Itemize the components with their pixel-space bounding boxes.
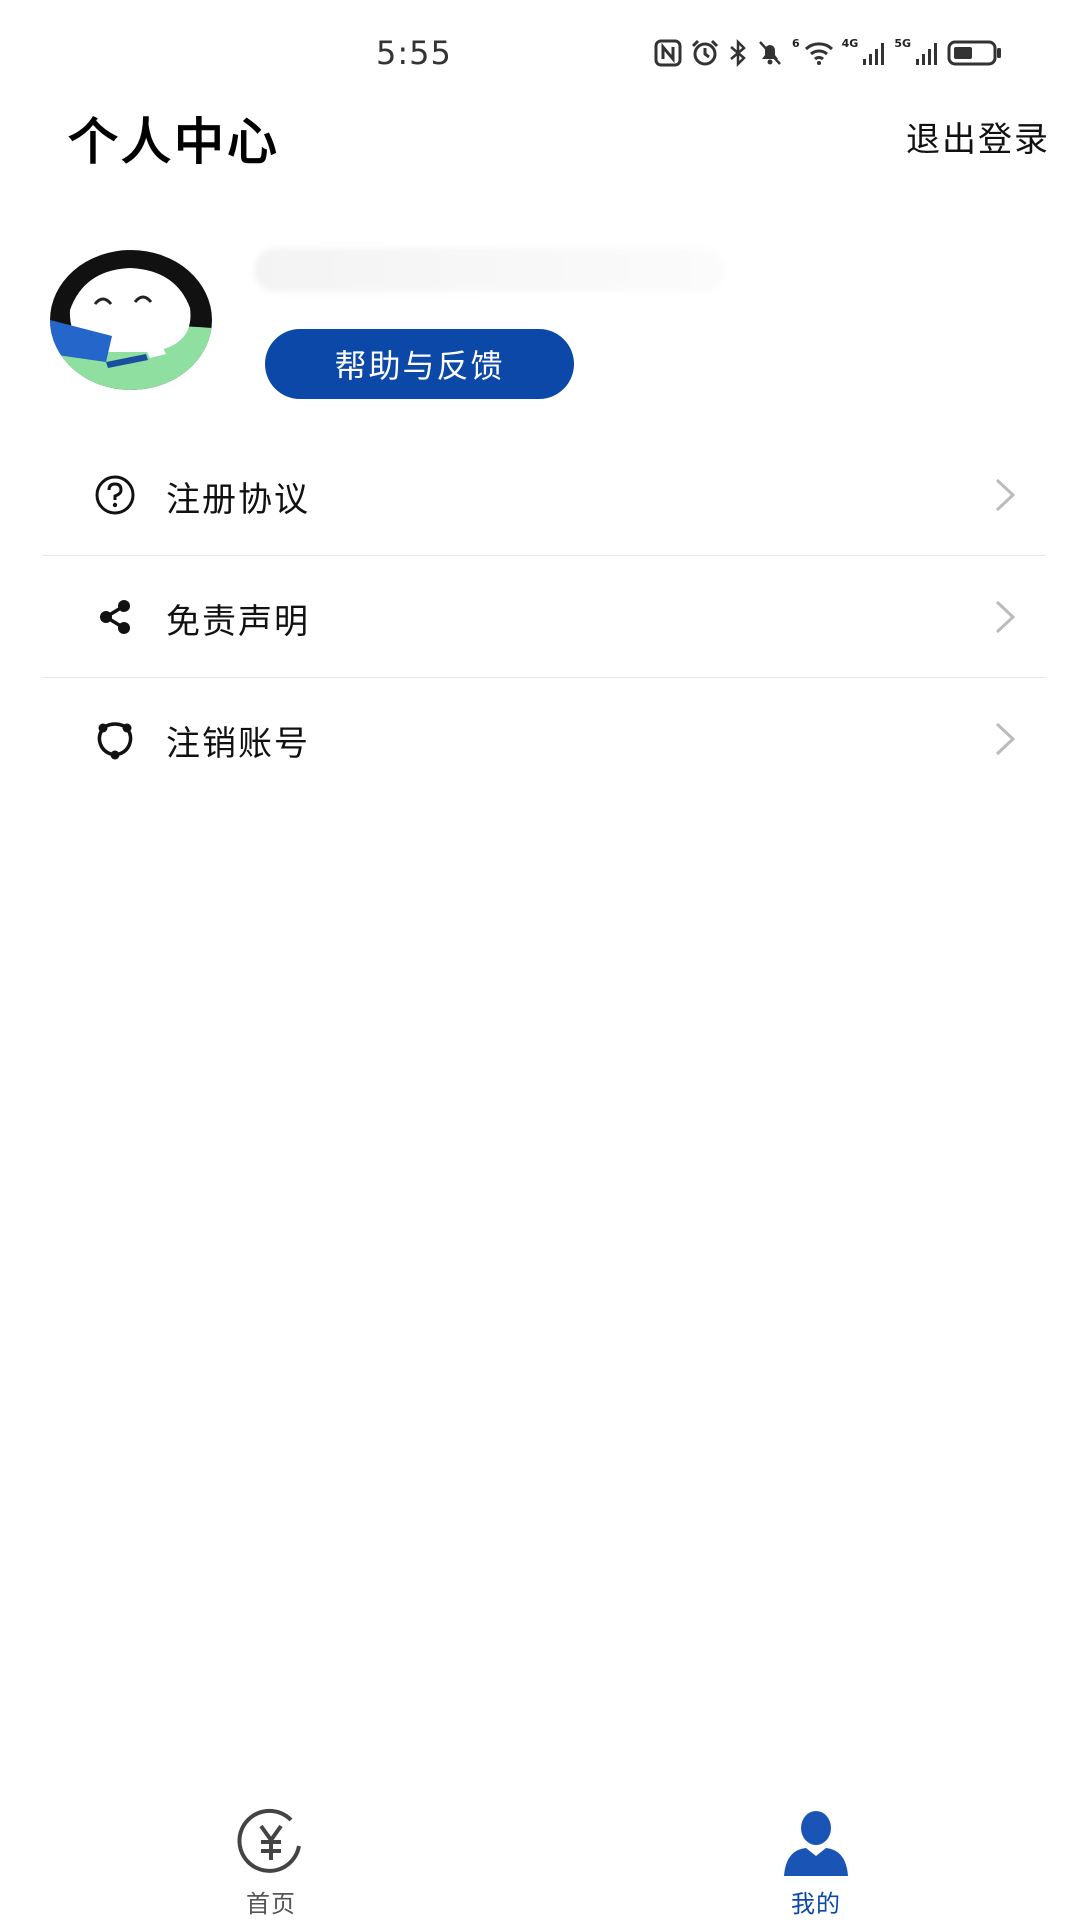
status-bar: 5:55 6 4G 5G (0, 0, 1080, 108)
bluetooth-icon (730, 38, 746, 68)
nav-item-mine[interactable]: 我的 (736, 1794, 896, 1920)
menu-item-label: 注册协议 (166, 480, 310, 520)
signal-icon (863, 43, 885, 65)
menu-item-label: 注销账号 (166, 724, 310, 764)
settings-menu: 注册协议 免责声明 注销账号 (42, 434, 1046, 799)
yen-circle-icon (237, 1808, 301, 1873)
wifi-label: 6 (792, 36, 800, 50)
network-label-4g: 4G (841, 36, 859, 50)
share-icon (100, 600, 130, 634)
battery-icon (947, 40, 1002, 66)
bottom-nav: 首页 我的 (0, 1794, 1080, 1920)
status-icons: 6 4G 5G (654, 36, 1003, 70)
menu-item-disclaimer[interactable]: 免责声明 (42, 556, 1046, 678)
chevron-right-icon (995, 478, 1016, 512)
nfc-icon (654, 39, 682, 67)
chevron-right-icon (995, 600, 1016, 634)
question-circle-icon (95, 475, 135, 515)
user-icon (784, 1811, 848, 1876)
help-feedback-button[interactable]: 帮助与反馈 (265, 329, 574, 399)
mute-icon (759, 41, 781, 65)
menu-item-label: 免责声明 (166, 602, 310, 642)
page-title: 个人中心 (68, 113, 280, 171)
nav-item-home[interactable]: 首页 (191, 1794, 351, 1920)
nav-label-mine: 我的 (791, 1890, 841, 1918)
alarm-icon (691, 39, 719, 66)
wifi-icon (804, 42, 833, 65)
avatar[interactable] (50, 250, 212, 390)
network-label-5g: 5G (894, 36, 912, 50)
signal-icon (916, 43, 938, 65)
status-time: 5:55 (376, 34, 452, 72)
user-name-blurred (254, 248, 724, 292)
avatar-image (50, 250, 212, 390)
nav-label-home: 首页 (246, 1890, 296, 1918)
menu-item-registration-agreement[interactable]: 注册协议 (42, 434, 1046, 556)
logout-button[interactable]: 退出登录 (906, 112, 1050, 161)
menu-item-cancel-account[interactable]: 注销账号 (42, 678, 1046, 799)
chevron-right-icon (995, 722, 1016, 756)
cycle-icon (97, 722, 133, 760)
